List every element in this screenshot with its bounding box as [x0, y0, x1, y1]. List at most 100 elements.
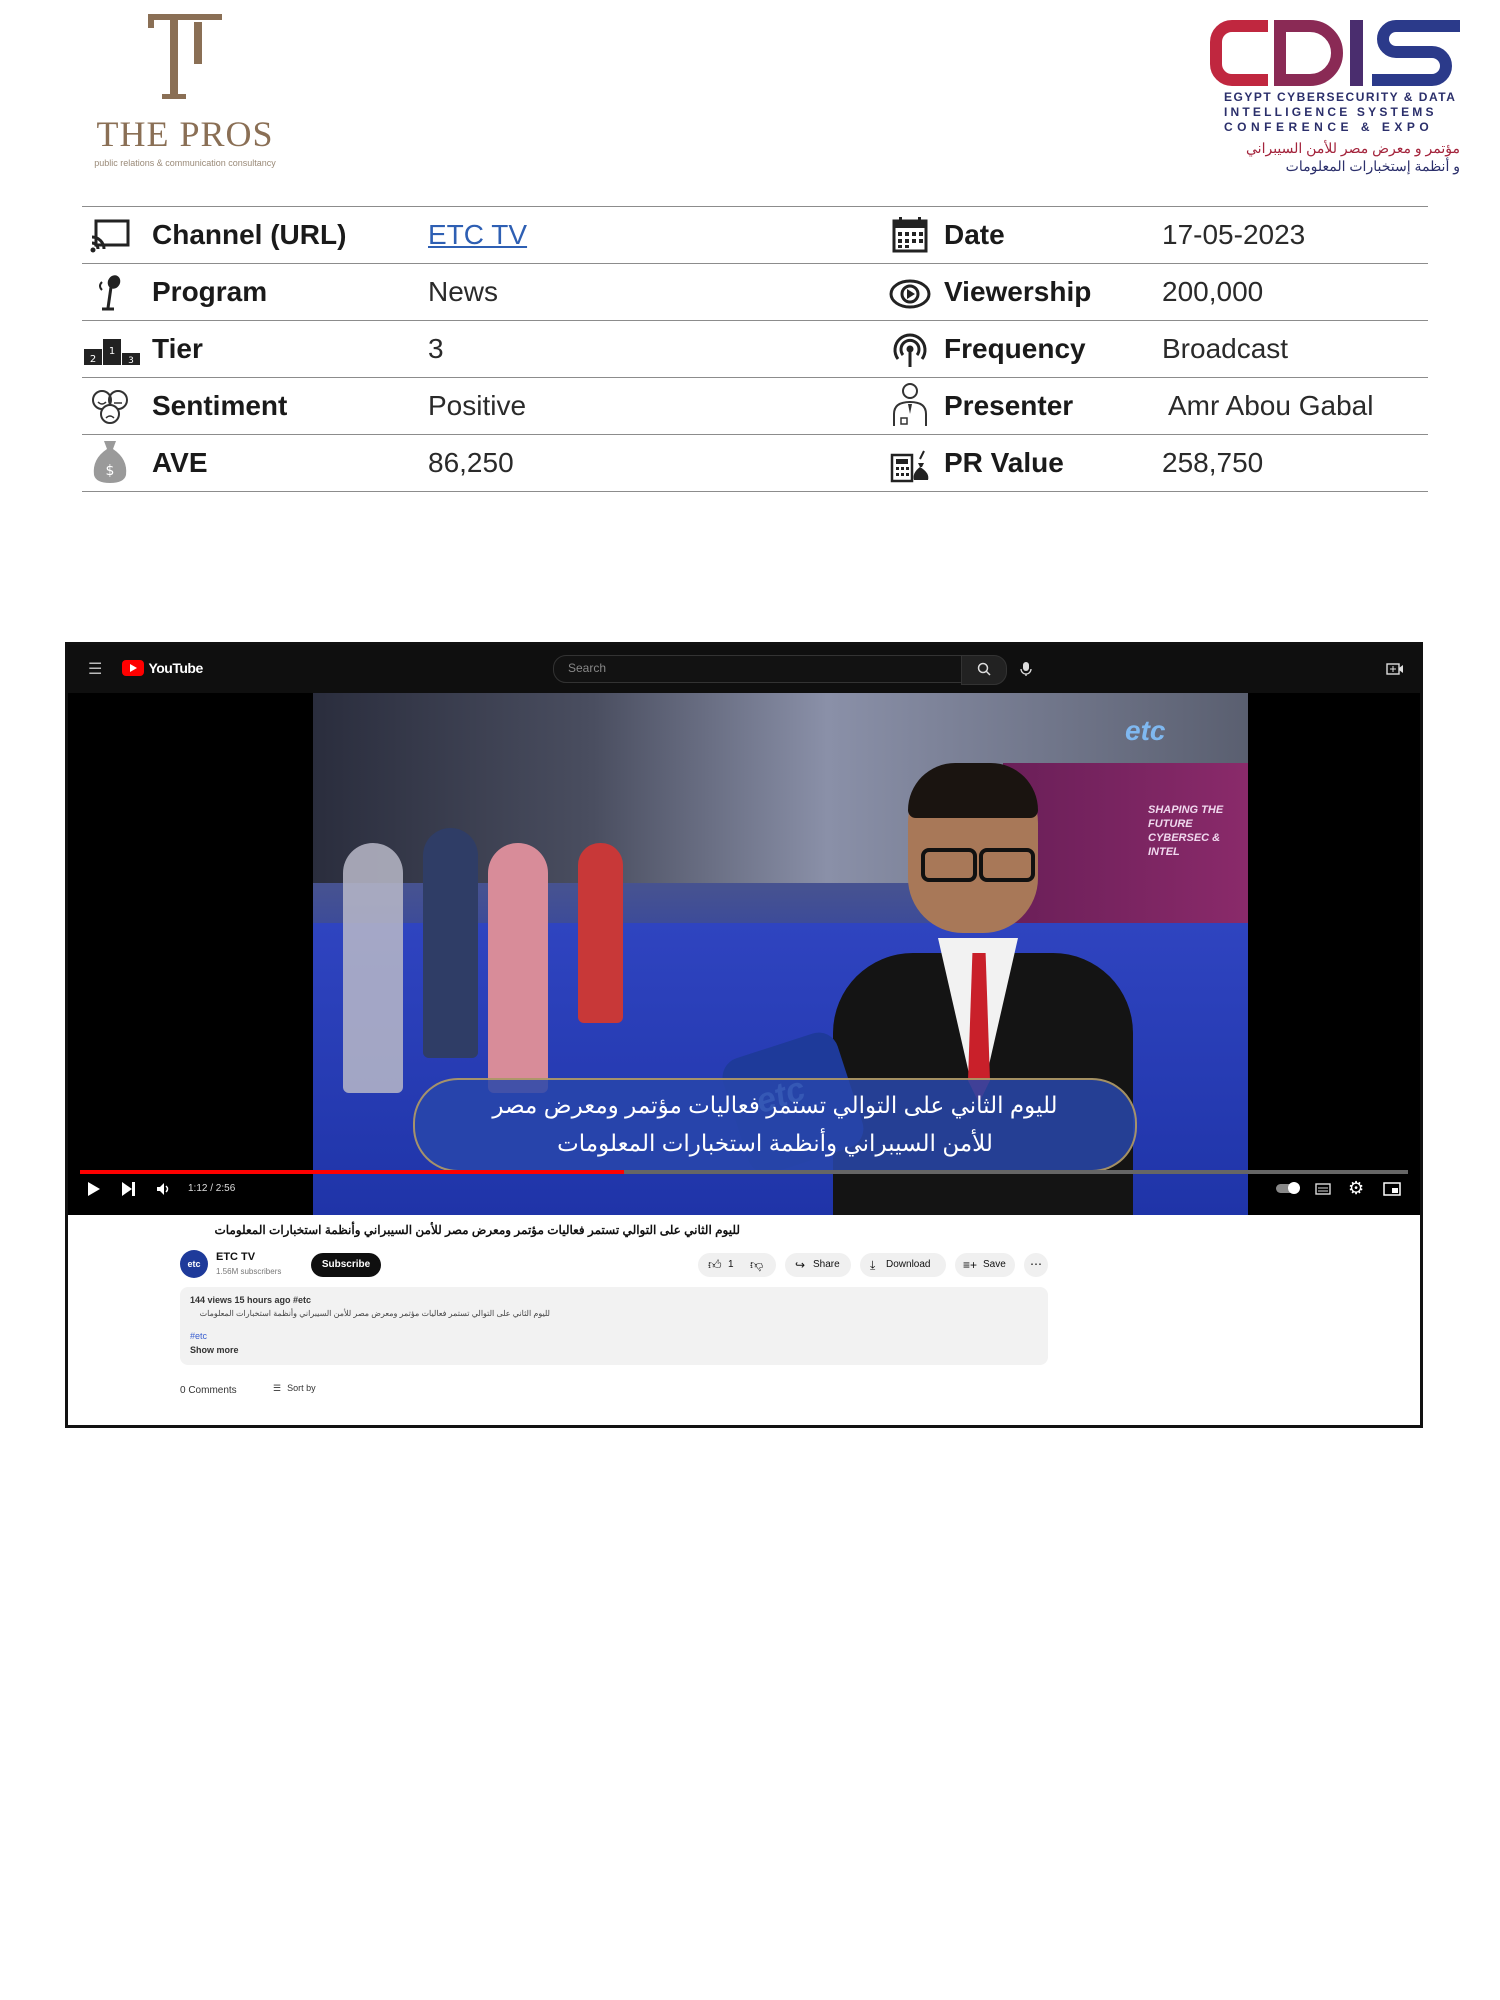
- like-button[interactable]: 👍︎ 1 👎︎: [698, 1253, 776, 1277]
- show-more-link[interactable]: Show more: [190, 1345, 239, 1355]
- more-icon: ⋯: [1030, 1257, 1042, 1271]
- viewership-value: 200,000: [1162, 276, 1264, 307]
- thumbs-up-icon: 👍︎: [708, 1257, 722, 1272]
- description-box[interactable]: 144 views 15 hours ago #etc لليوم الثاني…: [180, 1287, 1048, 1365]
- description-meta: 144 views 15 hours ago #etc: [190, 1295, 312, 1305]
- channel-label: Channel (URL): [152, 219, 347, 250]
- tier-value: 3: [428, 333, 444, 364]
- sort-by-button[interactable]: ☰ Sort by: [273, 1383, 316, 1394]
- cdis-wordmark-icon: [1210, 20, 1460, 86]
- video-title: لليوم الثاني على التوالي تستمر فعاليات م…: [214, 1223, 740, 1237]
- presenter-label: Presenter: [944, 390, 1074, 421]
- backdrop-text: SHAPING THE FUTURE CYBERSEC & INTEL: [1148, 804, 1224, 858]
- play-icon[interactable]: [88, 1182, 100, 1196]
- volume-icon[interactable]: [156, 1182, 172, 1196]
- program-label: Program: [152, 276, 268, 307]
- channel-avatar[interactable]: etc: [180, 1250, 208, 1278]
- microphone-icon: [99, 275, 121, 311]
- subtitles-icon[interactable]: [1315, 1183, 1331, 1195]
- like-count: 1: [728, 1259, 734, 1270]
- settings-icon[interactable]: ⚙: [1348, 1178, 1364, 1199]
- youtube-screenshot: ☰ YouTube Search SHAPING THE FUTURE CYBE…: [65, 642, 1423, 1428]
- channel-name[interactable]: ETC TV: [216, 1251, 255, 1263]
- cdis-line1: EGYPT CYBERSECURITY & DATA: [1224, 90, 1457, 104]
- svg-text:1: 1: [109, 346, 115, 357]
- date-label: Date: [944, 219, 1005, 250]
- table-row: $ AVE 86,250 PR Value 258,750: [82, 434, 1428, 492]
- svg-text:2: 2: [90, 354, 96, 365]
- download-icon: ⤓: [870, 1258, 876, 1272]
- autoplay-toggle[interactable]: [1276, 1182, 1300, 1194]
- viewership-label: Viewership: [944, 276, 1092, 307]
- video-caption: لليوم الثاني على التوالي تستمر فعاليات م…: [413, 1078, 1137, 1172]
- description-text: لليوم الثاني على التوالي تستمر فعاليات م…: [199, 1309, 550, 1318]
- calculator-icon: [890, 450, 929, 483]
- table-row: Program News Viewership 200,000: [82, 263, 1428, 320]
- comments-count: 0 Comments: [180, 1385, 237, 1396]
- youtube-logo[interactable]: YouTube: [122, 659, 203, 679]
- sort-icon: ☰: [273, 1383, 282, 1393]
- the-pros-tagline: public relations & communication consult…: [94, 158, 276, 168]
- frame-logo-top: etc: [1125, 715, 1166, 746]
- download-button[interactable]: ⤓ Download: [860, 1253, 946, 1277]
- frequency-value: Broadcast: [1162, 333, 1289, 364]
- search-icon: [977, 662, 991, 676]
- search-input[interactable]: Search: [553, 655, 963, 683]
- date-value: 17-05-2023: [1162, 219, 1306, 250]
- podium-icon: 2 1 3: [84, 339, 140, 366]
- the-pros-name: THE PROS: [96, 114, 274, 154]
- caption-line1: لليوم الثاني على التوالي تستمر فعاليات م…: [492, 1092, 1058, 1118]
- presenter-icon: [893, 383, 927, 426]
- calendar-icon: [892, 217, 928, 253]
- presenter-value: Amr Abou Gabal: [1168, 390, 1374, 421]
- miniplayer-icon[interactable]: [1383, 1182, 1401, 1196]
- subscribe-button[interactable]: Subscribe: [311, 1253, 381, 1277]
- video-details: لليوم الثاني على التوالي تستمر فعاليات م…: [68, 1215, 1420, 1425]
- svg-text:3: 3: [128, 356, 134, 366]
- youtube-play-icon: [122, 659, 144, 676]
- time-display: 1:12 / 2:56: [188, 1183, 236, 1194]
- coverage-info-table: Channel (URL) ETC TV Date 17-05-2023 Pro…: [82, 206, 1428, 492]
- cdis-line3: CONFERENCE & EXPO: [1224, 120, 1434, 134]
- search-placeholder: Search: [568, 661, 607, 675]
- progress-bar[interactable]: [80, 1170, 1408, 1174]
- save-button[interactable]: ≡+ Save: [955, 1253, 1015, 1277]
- ave-value: 86,250: [428, 447, 514, 478]
- money-bag-icon: $: [93, 441, 127, 483]
- cast-icon: [90, 219, 130, 253]
- microphone-button-icon[interactable]: [1019, 661, 1033, 677]
- faces-icon: [92, 390, 128, 424]
- svg-text:$: $: [106, 463, 115, 479]
- caption-line2: للأمن السيبراني وأنظمة استخبارات المعلوم…: [557, 1130, 993, 1156]
- the-pros-logo: THE PROS public relations & communicatio…: [80, 8, 290, 178]
- table-row: Sentiment Positive Presenter Amr Abou Ga…: [82, 377, 1428, 434]
- video-player[interactable]: SHAPING THE FUTURE CYBERSEC & INTEL etc: [68, 693, 1420, 1215]
- program-value: News: [428, 276, 499, 307]
- share-icon: ↪: [795, 1258, 806, 1272]
- save-playlist-icon: ≡+: [963, 1258, 978, 1272]
- subscriber-count: 1.56M subscribers: [216, 1267, 282, 1276]
- cdis-logo: EGYPT CYBERSECURITY & DATA INTELLIGENCE …: [1210, 18, 1470, 183]
- description-hashtag[interactable]: #etc: [190, 1331, 207, 1341]
- thumbs-down-icon[interactable]: 👎︎: [750, 1253, 763, 1277]
- menu-icon[interactable]: ☰: [88, 659, 102, 679]
- video-frame: SHAPING THE FUTURE CYBERSEC & INTEL etc: [313, 693, 1248, 1215]
- cdis-arabic2: و أنظمة إستخبارات المعلومات: [1285, 158, 1460, 174]
- broadcast-icon: [893, 333, 927, 367]
- ave-label: AVE: [152, 447, 208, 478]
- share-button[interactable]: ↪ Share: [785, 1253, 851, 1277]
- table-row: 2 1 3 Tier 3 Frequency Broadcast: [82, 320, 1428, 377]
- frequency-label: Frequency: [944, 333, 1086, 364]
- eye-icon: [889, 279, 931, 309]
- table-row: Channel (URL) ETC TV Date 17-05-2023: [82, 206, 1428, 263]
- cdis-line2: INTELLIGENCE SYSTEMS: [1224, 105, 1437, 119]
- progress-fill: [80, 1170, 625, 1174]
- pr-value-label: PR Value: [944, 447, 1064, 478]
- search-button[interactable]: [961, 655, 1007, 685]
- more-actions-button[interactable]: ⋯: [1024, 1253, 1048, 1277]
- youtube-wordmark: YouTube: [148, 659, 203, 676]
- channel-link[interactable]: ETC TV: [428, 219, 527, 251]
- youtube-topbar: ☰ YouTube Search: [68, 645, 1420, 693]
- cdis-arabic1: مؤتمر و معرض مصر للأمن السيبراني: [1246, 140, 1460, 156]
- create-video-icon[interactable]: [1386, 662, 1404, 676]
